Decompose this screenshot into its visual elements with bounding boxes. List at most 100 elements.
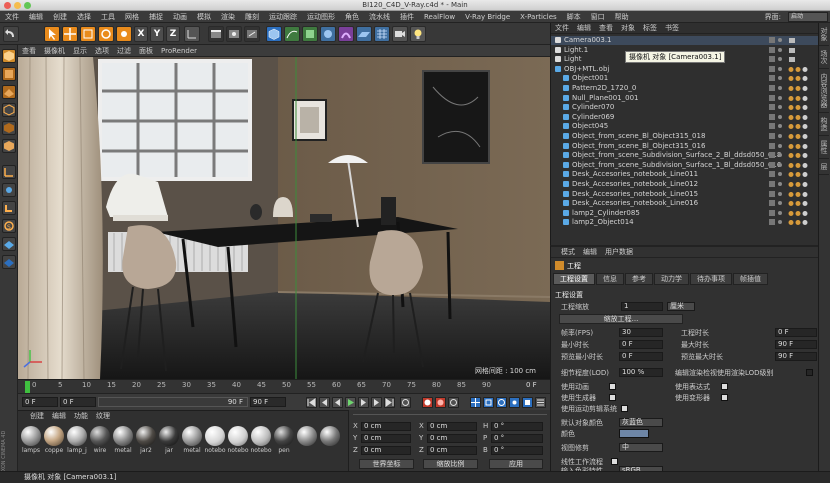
play-icon[interactable] [345,397,356,408]
menu-render[interactable]: 渲染 [216,11,240,23]
object-row[interactable]: Desk_Accesories_notebook_Line011 [551,170,819,179]
viewport-menu-filter[interactable]: 过滤 [113,45,135,57]
object-tags-icon[interactable] [788,66,816,73]
material-swatch[interactable] [319,425,341,463]
tab-todo[interactable]: 待办事项 [690,273,732,285]
position-key-icon[interactable] [470,397,481,408]
side-tab-attributes[interactable]: 属性 [819,136,829,159]
rotation-b-field[interactable]: 0 ° [491,446,543,455]
object-menu-tags[interactable]: 标签 [639,23,661,34]
max-time-field[interactable]: 90 F [775,340,817,349]
layout-select[interactable]: 启动 [788,12,828,22]
object-row[interactable]: Cylinder070 [551,103,819,112]
material-swatch[interactable]: jar [158,425,180,463]
object-tags-icon[interactable] [788,143,816,150]
object-tags-icon[interactable] [788,75,816,82]
render-view-icon[interactable] [208,26,224,42]
visibility-dots-icon[interactable] [769,209,785,217]
visibility-dots-icon[interactable] [769,133,785,140]
menu-sculpt[interactable]: 雕刻 [240,11,264,23]
menu-character[interactable]: 角色 [340,11,364,23]
y-axis-lock-button[interactable]: Y [150,26,164,42]
attr-menu-userdata[interactable]: 用户数据 [601,247,637,258]
preview-max-field[interactable]: 90 F [775,352,817,361]
use-generators-checkbox[interactable] [609,394,616,401]
size-z-field[interactable]: 0 cm [427,446,477,455]
menu-tools[interactable]: 工具 [96,11,120,23]
material-menu-function[interactable]: 功能 [70,411,92,421]
object-row[interactable]: Desk_Accesories_notebook_Line012 [551,180,819,189]
material-menu-texture[interactable]: 纹理 [92,411,114,421]
object-tags-icon[interactable] [788,152,816,159]
viewport-menu-options[interactable]: 选项 [91,45,113,57]
current-frame-marker[interactable] [25,381,30,393]
object-tags-icon[interactable] [788,219,816,226]
grid-icon[interactable] [374,26,390,42]
object-menu-edit[interactable]: 编辑 [573,23,595,34]
size-mode-select[interactable]: 缩放比例 [423,459,478,469]
snap-settings-icon[interactable]: S [2,219,16,233]
position-y-field[interactable]: 0 cm [361,434,411,443]
deformer-icon[interactable] [338,26,354,42]
end-frame-field[interactable]: 90 F [250,397,286,407]
workplane-icon[interactable] [2,85,16,99]
axis-mode-icon[interactable] [2,165,16,179]
position-z-field[interactable]: 0 cm [361,446,411,455]
menu-animate[interactable]: 动画 [168,11,192,23]
coordinate-system-select[interactable]: 世界坐标 [359,459,414,469]
use-deformers-checkbox[interactable] [721,394,728,401]
menu-mograph[interactable]: 运动图形 [302,11,340,23]
side-tab-structure[interactable]: 构造 [819,113,829,136]
project-time-field[interactable]: 0 F [775,328,817,337]
menu-snap[interactable]: 捕捉 [144,11,168,23]
object-tags-icon[interactable] [788,133,816,140]
live-selection-icon[interactable] [44,26,60,42]
menu-create[interactable]: 创建 [48,11,72,23]
go-to-start-icon[interactable] [306,397,317,408]
project-scale-unit-select[interactable]: 厘米 [667,302,695,311]
position-x-field[interactable]: 0 cm [361,422,411,431]
material-swatch[interactable]: jar2 [135,425,157,463]
object-menu-objects[interactable]: 对象 [617,23,639,34]
menu-realflow[interactable]: RealFlow [419,11,460,23]
visibility-dots-icon[interactable] [769,152,785,159]
tab-reference[interactable]: 参考 [625,273,653,285]
object-tags-icon[interactable] [788,95,816,102]
attr-menu-mode[interactable]: 模式 [557,247,579,258]
texture-mode-icon[interactable] [2,67,16,81]
light-icon[interactable] [410,26,426,42]
timeline-end-field[interactable]: 0 F [526,381,537,389]
object-tags-icon[interactable] [788,56,816,63]
parameter-key-icon[interactable] [509,397,520,408]
side-tab-objects[interactable]: 对象 [819,23,829,46]
coordinate-system-icon[interactable] [184,26,200,42]
use-expression-checkbox[interactable] [721,383,728,390]
point-level-key-icon[interactable] [522,397,533,408]
object-row[interactable]: Desk_Accesories_notebook_Line016 [551,199,819,208]
keyframe-selection-icon[interactable] [448,397,459,408]
visibility-dots-icon[interactable] [769,37,785,44]
linear-workflow-checkbox[interactable] [611,458,618,465]
object-row[interactable]: Cylinder069 [551,113,819,122]
color-swatch[interactable] [619,429,649,438]
planar-workplane-icon[interactable] [2,255,16,269]
previous-frame-icon[interactable] [332,397,343,408]
material-swatch[interactable]: lamps [20,425,42,463]
viewport-menu-prorender[interactable]: ProRender [157,45,201,57]
object-row[interactable]: Object_from_scene_Bl_Object315_018 [551,132,819,141]
visibility-dots-icon[interactable] [769,200,785,207]
object-tags-icon[interactable] [788,162,816,169]
object-tags-icon[interactable] [788,114,816,121]
preview-range-slider[interactable]: 90 F [98,397,248,407]
menu-mesh[interactable]: 网格 [120,11,144,23]
material-swatch[interactable]: notebo [204,425,226,463]
cube-icon[interactable] [266,26,282,42]
object-row[interactable]: Object_from_scene_Bl_Object315_016 [551,142,819,151]
menu-script[interactable]: 脚本 [562,11,586,23]
polygons-mode-icon[interactable] [2,139,16,153]
size-y-field[interactable]: 0 cm [427,434,477,443]
previous-key-icon[interactable] [319,397,330,408]
menu-simulate[interactable]: 模拟 [192,11,216,23]
object-tags-icon[interactable] [788,85,816,92]
visibility-dots-icon[interactable] [769,85,785,92]
